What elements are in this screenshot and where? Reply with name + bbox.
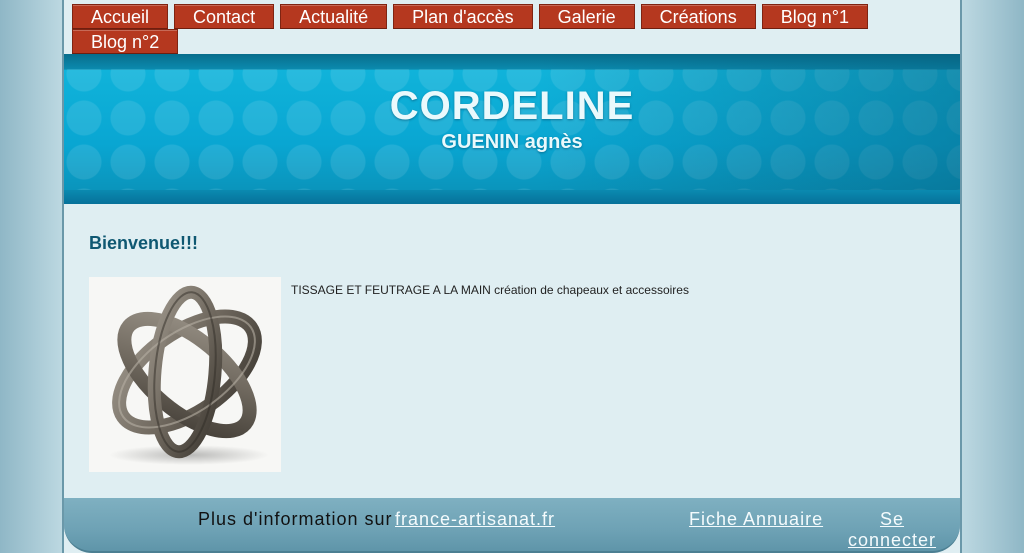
nav-creations[interactable]: Créations xyxy=(640,4,756,29)
nav-blog-2[interactable]: Blog n°2 xyxy=(72,29,179,54)
fiche-annuaire-link[interactable]: Fiche Annuaire xyxy=(689,509,823,530)
site-footer: Plus d'information sur france-artisanat.… xyxy=(64,498,960,553)
header-shade xyxy=(540,54,960,204)
site-title[interactable]: CORDELINE xyxy=(64,84,960,129)
footer-info-text: Plus d'information sur xyxy=(198,509,393,529)
knot-sculpture-image xyxy=(89,277,281,472)
nav-actualite[interactable]: Actualité xyxy=(280,4,388,29)
site-subtitle: GUENIN agnès xyxy=(441,131,583,153)
france-artisanat-link[interactable]: france-artisanat.fr xyxy=(395,509,555,530)
description-text: TISSAGE ET FEUTRAGE A LA MAIN création d… xyxy=(291,283,689,297)
sculpture-photo xyxy=(89,277,281,472)
nav-plan-acces[interactable]: Plan d'accès xyxy=(393,4,533,29)
nav-contact[interactable]: Contact xyxy=(174,4,275,29)
page-container: Accueil Contact Actualité Plan d'accès G… xyxy=(62,0,962,553)
site-header: CORDELINE GUENIN agnès xyxy=(64,54,960,204)
main-nav: Accueil Contact Actualité Plan d'accès G… xyxy=(72,4,952,54)
nav-blog-1[interactable]: Blog n°1 xyxy=(761,4,868,29)
login-link[interactable]: Se connecter xyxy=(842,509,942,551)
welcome-heading: Bienvenue!!! xyxy=(89,233,199,253)
nav-galerie[interactable]: Galerie xyxy=(538,4,635,29)
nav-accueil[interactable]: Accueil xyxy=(72,4,169,29)
main-content: Bienvenue!!! TISSAGE ET FEUTRAGE A LA MA… xyxy=(64,204,960,498)
